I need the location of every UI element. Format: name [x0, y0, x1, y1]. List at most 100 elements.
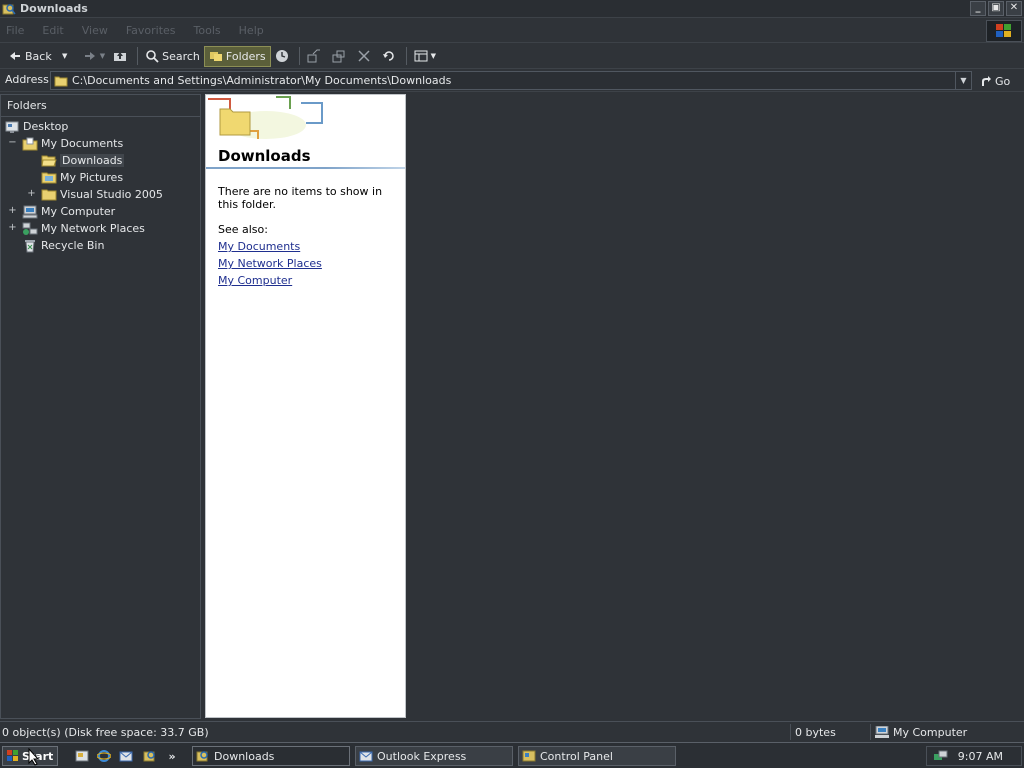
- undo-button[interactable]: [378, 46, 403, 67]
- expand-network-places-toggle[interactable]: +: [8, 223, 17, 233]
- tree-item-my-computer[interactable]: My Computer: [22, 203, 115, 220]
- my-documents-icon: [22, 136, 38, 152]
- address-dropdown-icon[interactable]: ▼: [955, 72, 971, 89]
- copy-to-button[interactable]: [328, 46, 353, 67]
- menu-edit[interactable]: Edit: [42, 24, 63, 37]
- address-input[interactable]: C:\Documents and Settings\Administrator\…: [50, 71, 972, 90]
- toolbar-separator: [298, 47, 300, 65]
- tree-item-visual-studio-2005[interactable]: Visual Studio 2005: [41, 186, 163, 203]
- outlook-express-icon[interactable]: [118, 748, 134, 764]
- status-zone: My Computer: [870, 724, 1024, 740]
- folders-pane: Folders Desktop − My Documents Downloads…: [0, 94, 201, 719]
- status-object-count: 0 object(s) (Disk free space: 33.7 GB): [2, 725, 209, 739]
- folders-button[interactable]: Folders: [203, 45, 271, 67]
- menu-tools[interactable]: Tools: [194, 24, 221, 37]
- status-bar: 0 object(s) (Disk free space: 33.7 GB) 0…: [0, 721, 1024, 741]
- standard-toolbar: Back ▼ ▼ Search Folders ▼: [0, 44, 1024, 69]
- tree-item-my-pictures[interactable]: My Pictures: [41, 169, 123, 186]
- taskbar: Start » Downloads Outlook Express Contro…: [0, 742, 1024, 768]
- collapse-my-documents-toggle[interactable]: −: [8, 138, 17, 148]
- folders-icon: [209, 49, 223, 63]
- folder-icon: [54, 75, 68, 87]
- move-to-icon: [307, 49, 321, 63]
- address-bar: Address C:\Documents and Settings\Admini…: [0, 70, 1024, 92]
- task-button-downloads[interactable]: Downloads: [192, 746, 350, 766]
- views-button[interactable]: ▼: [410, 46, 440, 67]
- tree-item-my-documents[interactable]: My Documents: [22, 135, 123, 152]
- up-folder-icon: [113, 49, 127, 63]
- tree-item-desktop[interactable]: Desktop: [4, 118, 68, 135]
- history-button[interactable]: [271, 46, 296, 67]
- forward-dropdown-icon[interactable]: ▼: [100, 52, 105, 60]
- explorer-search-icon: [2, 2, 16, 16]
- history-icon: [275, 49, 289, 63]
- task-button-outlook-express[interactable]: Outlook Express: [355, 746, 513, 766]
- views-grid-icon: [414, 49, 428, 63]
- toolbar-separator: [405, 47, 407, 65]
- clock[interactable]: 9:07 AM: [958, 750, 1003, 763]
- folder-webview-panel: Downloads There are no items to show in …: [205, 94, 406, 718]
- my-pictures-icon: [41, 170, 57, 186]
- delete-x-icon: [357, 49, 371, 63]
- quicklaunch-overflow-chevron[interactable]: »: [164, 748, 180, 764]
- internet-explorer-icon[interactable]: [96, 748, 112, 764]
- menu-view[interactable]: View: [82, 24, 108, 37]
- title-underline: [206, 167, 405, 169]
- desktop-icon: [4, 119, 20, 135]
- up-folder-button[interactable]: [109, 46, 134, 67]
- menu-file[interactable]: File: [6, 24, 24, 37]
- copy-to-icon: [332, 49, 346, 63]
- link-my-documents[interactable]: My Documents: [218, 240, 300, 253]
- minimize-button[interactable]: _: [970, 1, 986, 16]
- my-computer-icon: [22, 204, 38, 220]
- search-button[interactable]: Search: [141, 46, 204, 67]
- empty-folder-message: There are no items to show in this folde…: [218, 185, 383, 211]
- window-title: Downloads: [20, 2, 88, 15]
- back-label: Back: [25, 49, 52, 63]
- folder-banner-icon: [206, 95, 326, 143]
- link-my-network-places[interactable]: My Network Places: [218, 257, 322, 270]
- show-desktop-icon[interactable]: [74, 748, 90, 764]
- go-label: Go: [995, 74, 1011, 88]
- tree-item-recycle-bin[interactable]: Recycle Bin: [22, 237, 104, 254]
- system-tray: 9:07 AM: [926, 746, 1022, 766]
- toolbar-separator: [137, 47, 139, 65]
- network-tray-icon[interactable]: [933, 749, 949, 763]
- folders-pane-header: Folders: [1, 95, 200, 117]
- go-arrow-icon: [980, 75, 992, 87]
- tree-item-my-network-places[interactable]: My Network Places: [22, 220, 145, 237]
- my-computer-icon: [875, 726, 889, 738]
- expand-my-computer-toggle[interactable]: +: [8, 206, 17, 216]
- outlook-express-icon: [359, 749, 373, 763]
- delete-button[interactable]: [353, 46, 378, 67]
- link-my-computer[interactable]: My Computer: [218, 274, 292, 287]
- expand-visual-studio-toggle[interactable]: +: [27, 189, 36, 199]
- control-panel-icon: [522, 749, 536, 763]
- search-icon: [145, 49, 159, 63]
- folder-title: Downloads: [218, 147, 311, 165]
- menu-bar: File Edit View Favorites Tools Help: [0, 19, 1024, 43]
- address-path: C:\Documents and Settings\Administrator\…: [72, 74, 452, 87]
- back-button[interactable]: Back ▼: [4, 46, 79, 67]
- status-size: 0 bytes: [790, 724, 868, 740]
- title-bar: Downloads _ ▣ ✕: [0, 0, 1024, 18]
- mouse-pointer-icon: [28, 748, 40, 766]
- back-dropdown-icon[interactable]: ▼: [58, 49, 72, 63]
- menu-favorites[interactable]: Favorites: [126, 24, 176, 37]
- folder-open-icon: [41, 153, 57, 169]
- recycle-bin-icon: [22, 238, 38, 254]
- see-also-label: See also:: [218, 223, 268, 236]
- tree-item-downloads[interactable]: Downloads: [41, 152, 125, 169]
- explorer-icon[interactable]: [142, 748, 158, 764]
- windows-logo-icon: [986, 20, 1022, 42]
- close-button[interactable]: ✕: [1006, 1, 1022, 16]
- menu-help[interactable]: Help: [239, 24, 264, 37]
- forward-button[interactable]: ▼: [79, 46, 109, 67]
- task-button-control-panel[interactable]: Control Panel: [518, 746, 676, 766]
- move-to-button[interactable]: [303, 46, 328, 67]
- address-label: Address: [5, 73, 49, 86]
- maximize-button[interactable]: ▣: [988, 1, 1004, 16]
- go-button[interactable]: Go: [980, 72, 1010, 90]
- explorer-search-icon: [196, 749, 210, 763]
- windows-flag-icon: [6, 749, 20, 763]
